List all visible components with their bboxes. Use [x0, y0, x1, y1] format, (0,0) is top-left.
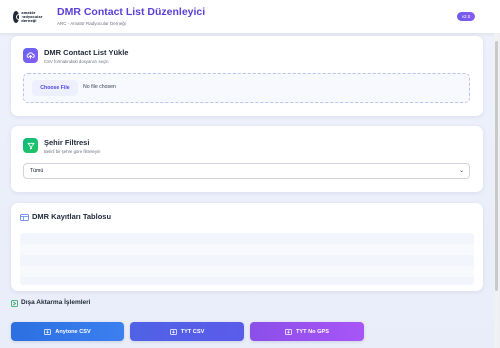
scrollbar-thumb[interactable]: [495, 41, 498, 291]
download-icon: [169, 328, 177, 335]
export-title: Dışa Aktarma İşlemleri: [21, 299, 91, 306]
upload-description: CSV formatındaki dosyanızı seçin: [44, 59, 109, 64]
choose-file-button[interactable]: Choose File: [32, 80, 78, 96]
records-table-body: [20, 233, 474, 285]
cloud-upload-icon: [23, 48, 38, 63]
export-tyt-no-gps-button[interactable]: TYT No GPS: [250, 322, 364, 341]
export-anytone-csv-button[interactable]: Anytone CSV: [11, 322, 124, 341]
records-table-title: DMR Kayıtları Tablosu: [32, 212, 112, 221]
download-icon: [44, 328, 52, 335]
page-subtitle: ARC - Amatör Radyocular Derneği: [57, 21, 126, 26]
page-scrollbar[interactable]: [494, 33, 499, 348]
download-icon: [285, 328, 292, 335]
page-title: DMR Contact List Düzenleyici: [57, 6, 206, 18]
city-filter-description: Belirli bir şehre göre filtreleyin: [44, 149, 101, 154]
city-filter-title: Şehir Filtresi: [44, 138, 90, 147]
export-section: Dışa Aktarma İşlemleri Anytone CSV TYT C…: [11, 298, 483, 348]
export-tyt-no-gps-label: TYT No GPS: [296, 328, 329, 335]
records-table-card: DMR Kayıtları Tablosu: [11, 203, 483, 291]
arc-logo-text: amatör radyocular derneği: [21, 10, 43, 23]
table-icon: [20, 214, 29, 221]
upload-title: DMR Contact List Yükle: [44, 48, 129, 57]
export-icon: [11, 300, 18, 307]
funnel-icon: [23, 138, 38, 153]
arc-logo: amatör radyocular derneği: [13, 7, 49, 26]
app-header: amatör radyocular derneği DMR Contact Li…: [0, 0, 500, 34]
export-tyt-csv-label: TYT CSV: [180, 328, 205, 335]
export-anytone-csv-label: Anytone CSV: [55, 328, 91, 335]
arc-logo-mark: [13, 10, 23, 23]
version-badge: v2.0: [457, 12, 475, 21]
file-dropzone[interactable]: Choose File No file chosen: [23, 73, 470, 103]
chevron-down-icon: ⌄: [458, 168, 464, 174]
city-filter-card: Şehir Filtresi Belirli bir şehre göre fi…: [11, 126, 483, 192]
upload-card: DMR Contact List Yükle CSV formatındaki …: [11, 36, 483, 116]
city-select[interactable]: Tümü ⌄: [23, 163, 470, 179]
city-select-value: Tümü: [30, 168, 44, 174]
export-tyt-csv-button[interactable]: TYT CSV: [130, 322, 244, 341]
file-status: No file chosen: [83, 84, 116, 90]
